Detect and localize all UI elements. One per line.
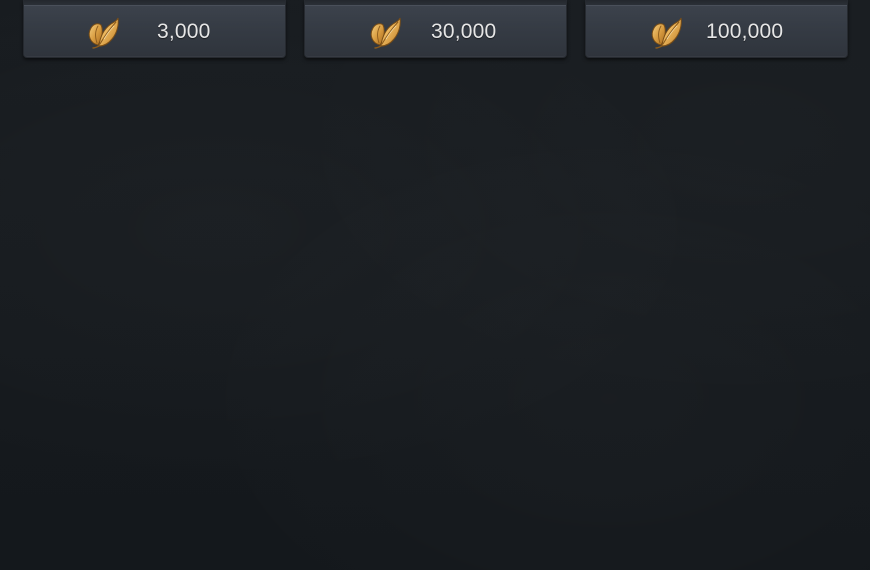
empty-content-area — [0, 60, 870, 570]
price-content: 3,000 — [24, 6, 285, 57]
gold-leaf-icon — [647, 15, 683, 49]
price-value: 100,000 — [706, 19, 784, 43]
price-button-3[interactable]: 100,000 — [585, 0, 848, 58]
shop-price-row: 3,000 30,000 100,000 — [0, 0, 870, 60]
price-button-1[interactable]: 3,000 — [23, 0, 286, 58]
game-screen: { "currency_icon": "gold-leaf-icon", "co… — [0, 0, 870, 570]
gold-leaf-icon — [366, 15, 402, 49]
price-content: 30,000 — [305, 6, 566, 57]
price-value: 30,000 — [431, 19, 497, 43]
price-value: 3,000 — [157, 19, 211, 43]
price-content: 100,000 — [586, 6, 847, 57]
gold-leaf-icon — [84, 15, 120, 49]
price-button-2[interactable]: 30,000 — [304, 0, 567, 58]
